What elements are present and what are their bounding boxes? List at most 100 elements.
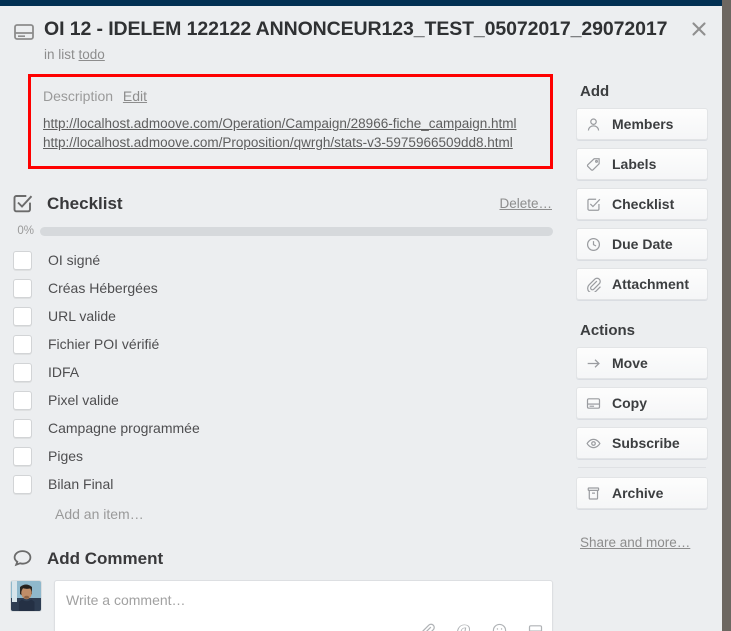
close-icon[interactable]	[684, 14, 714, 44]
sidebar-action-buttons: Move Copy Subscribe	[576, 347, 708, 459]
checklist-item[interactable]: Fichier POI vérifié	[0, 330, 566, 358]
sidebar-button-label: Members	[612, 116, 674, 132]
checklist-item-label: Fichier POI vérifié	[48, 336, 160, 352]
checklist-item-checkbox[interactable]	[13, 390, 32, 410]
checklist-item-label: Pixel valide	[48, 392, 119, 408]
comment-toolbar: @	[419, 622, 544, 631]
checklist-section: Checklist Delete… 0% OI signé Créas Héber…	[0, 193, 566, 522]
checklist-header: Checklist Delete…	[0, 193, 566, 214]
checklist-item[interactable]: Campagne programmée	[0, 414, 566, 442]
description-links: http://localhost.admoove.com/Operation/C…	[43, 114, 538, 152]
emoji-icon[interactable]	[491, 622, 508, 631]
sidebar-actions-heading: Actions	[580, 322, 636, 339]
checklist-progress-percent: 0%	[17, 225, 34, 237]
page-background-strip	[722, 0, 731, 631]
checklist-items: OI signé Créas Hébergées URL valide Fichier…	[0, 246, 566, 498]
checklist-add-item[interactable]: Add an item…	[55, 506, 566, 522]
sidebar-button-label: Archive	[612, 485, 664, 501]
checklist-item-label: Campagne programmée	[48, 420, 200, 436]
sidebar-button-label: Checklist	[612, 196, 675, 212]
label-icon	[585, 157, 601, 172]
sidebar-button-label: Attachment	[612, 276, 690, 292]
comment-placeholder: Write a comment…	[66, 592, 186, 608]
sidebar-button-checklist[interactable]: Checklist	[576, 188, 708, 220]
sidebar-archive-group: Archive	[576, 477, 708, 509]
card-main-column: Description Edit http://localhost.admoov…	[0, 67, 566, 631]
sidebar-button-label: Labels	[612, 156, 657, 172]
checklist-item-checkbox[interactable]	[13, 418, 32, 438]
card-icon	[585, 396, 601, 411]
comment-section: Add Comment Write a comment… @	[0, 548, 566, 631]
sidebar-button-label: Copy	[612, 395, 647, 411]
sidebar-button-label: Subscribe	[612, 435, 680, 451]
sidebar-button-archive[interactable]: Archive	[576, 477, 708, 509]
comment-icon	[12, 548, 34, 569]
checklist-item-label: IDFA	[48, 364, 80, 380]
sidebar-button-members[interactable]: Members	[576, 108, 708, 140]
description-section: Description Edit http://localhost.admoov…	[28, 74, 553, 169]
card-detail-modal: OI 12 - IDELEM 122122 ANNONCEUR123_TEST_…	[0, 6, 722, 631]
checklist-item[interactable]: Bilan Final	[0, 470, 566, 498]
description-link[interactable]: http://localhost.admoove.com/Operation/C…	[43, 114, 538, 133]
checklist-item-checkbox[interactable]	[13, 306, 32, 326]
list-link[interactable]: todo	[79, 47, 105, 62]
sidebar-button-label: Due Date	[612, 236, 673, 252]
sidebar-button-due-date[interactable]: Due Date	[576, 228, 708, 260]
attachment-icon[interactable]	[419, 622, 436, 631]
eye-icon	[585, 436, 601, 451]
checklist-item-checkbox[interactable]	[13, 362, 32, 382]
attachment-icon	[585, 277, 601, 292]
checklist-item[interactable]: Pixel valide	[0, 386, 566, 414]
comment-input[interactable]: Write a comment… @	[54, 580, 553, 631]
description-link[interactable]: http://localhost.admoove.com/Proposition…	[43, 133, 538, 152]
checklist-item[interactable]: Créas Hébergées	[0, 274, 566, 302]
member-icon	[585, 117, 601, 132]
sidebar-add-heading: Add	[580, 83, 610, 100]
description-edit-link[interactable]: Edit	[123, 88, 147, 104]
checklist-item-label: Piges	[48, 448, 84, 464]
sidebar-button-subscribe[interactable]: Subscribe	[576, 427, 708, 459]
checklist-item-label: OI signé	[48, 252, 101, 268]
checklist-item-label: Bilan Final	[48, 476, 114, 492]
page-root: OI 12 - IDELEM 122122 ANNONCEUR123_TEST_…	[0, 0, 731, 631]
checklist-item-checkbox[interactable]	[13, 278, 32, 298]
sidebar-button-labels[interactable]: Labels	[576, 148, 708, 180]
sidebar-divider	[578, 467, 706, 468]
sidebar-button-copy[interactable]: Copy	[576, 387, 708, 419]
sidebar-button-label: Move	[612, 355, 648, 371]
sidebar-add-buttons: Members Labels Checklist Due Date Attachment	[576, 108, 708, 300]
sidebar-button-attachment[interactable]: Attachment	[576, 268, 708, 300]
card-icon	[12, 20, 36, 44]
mention-icon[interactable]: @	[455, 622, 472, 631]
card-sidebar: Add Members Labels Checklist Due Date Attach…	[566, 67, 722, 550]
share-and-more-link[interactable]: Share and more…	[580, 535, 690, 550]
archive-icon	[585, 486, 601, 501]
clock-icon	[585, 237, 601, 252]
checklist-icon	[12, 193, 34, 214]
page-title: OI 12 - IDELEM 122122 ANNONCEUR123_TEST_…	[44, 18, 668, 40]
checklist-item-checkbox[interactable]	[13, 334, 32, 354]
checklist-progress-track	[40, 226, 553, 236]
comment-title: Add Comment	[47, 548, 164, 568]
arrow-right-icon	[585, 356, 601, 371]
card-list-info: in list todo	[44, 47, 667, 63]
description-header: Description Edit	[43, 88, 538, 104]
checklist-icon	[585, 197, 601, 212]
checklist-item-checkbox[interactable]	[13, 446, 32, 466]
checklist-item[interactable]: OI signé	[0, 246, 566, 274]
sidebar-button-move[interactable]: Move	[576, 347, 708, 379]
checklist-item-label: URL valide	[48, 308, 116, 324]
checklist-item-label: Créas Hébergées	[48, 280, 158, 296]
checklist-delete-link[interactable]: Delete…	[499, 196, 552, 211]
in-list-label: in list	[44, 47, 75, 62]
checklist-item[interactable]: Piges	[0, 442, 566, 470]
checklist-item[interactable]: URL valide	[0, 302, 566, 330]
card-icon[interactable]	[527, 622, 544, 631]
avatar	[10, 580, 42, 612]
description-label: Description	[43, 88, 114, 104]
card-header: OI 12 - IDELEM 122122 ANNONCEUR123_TEST_…	[0, 6, 722, 67]
checklist-item-checkbox[interactable]	[13, 250, 32, 270]
checklist-item-checkbox[interactable]	[13, 474, 32, 494]
checklist-item[interactable]: IDFA	[0, 358, 566, 386]
checklist-title: Checklist	[47, 193, 123, 213]
